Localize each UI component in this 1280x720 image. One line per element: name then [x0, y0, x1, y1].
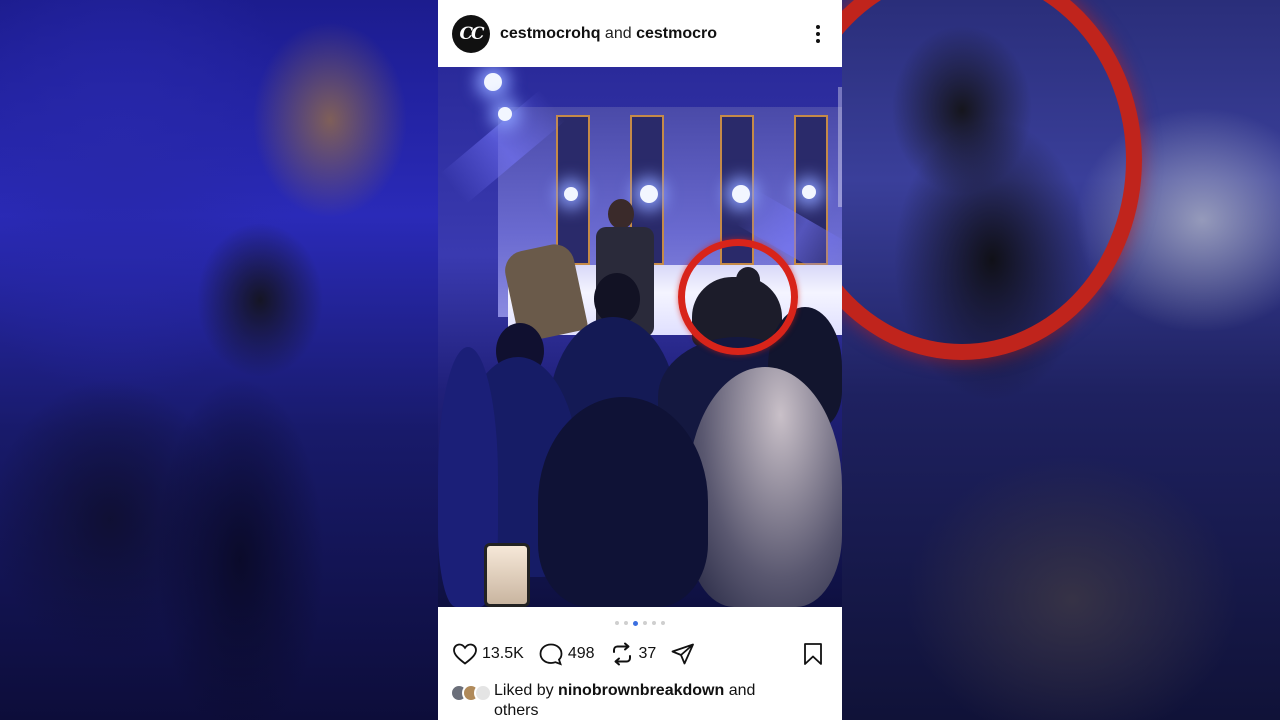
carousel-dot[interactable] — [615, 621, 619, 625]
liked-by-prefix: Liked by — [494, 682, 554, 699]
stage-light — [732, 185, 750, 203]
post-video[interactable] — [438, 67, 842, 607]
bookmark-button[interactable] — [802, 642, 828, 666]
media-edge — [838, 87, 842, 207]
liked-by-row: Liked by ninobrownbreakdown and others — [438, 669, 842, 720]
liked-by-avatars[interactable] — [450, 684, 492, 702]
highlight-ring — [678, 239, 798, 355]
like-button[interactable]: 13.5K — [452, 642, 524, 666]
stage-light — [564, 187, 578, 201]
action-bar: 13.5K 498 37 — [438, 639, 842, 669]
liked-by-suffix: and — [728, 682, 756, 699]
author-joiner: and — [604, 24, 632, 42]
crowd-person-foreground — [688, 367, 842, 607]
author-avatar[interactable]: CC — [452, 14, 490, 53]
author-secondary[interactable]: cestmocro — [636, 25, 717, 42]
share-button[interactable] — [670, 642, 700, 666]
carousel-dot-active[interactable] — [633, 620, 638, 626]
mini-avatar — [474, 684, 492, 702]
zoomed-highlight-ring — [842, 0, 1142, 360]
repost-icon — [612, 642, 631, 666]
liked-by-text: Liked by ninobrownbreakdown and others — [494, 681, 755, 720]
stage-light — [802, 185, 816, 199]
comment-count: 498 — [567, 645, 595, 662]
like-count: 13.5K — [482, 645, 524, 662]
repost-count: 37 — [638, 645, 657, 662]
carousel-dot[interactable] — [652, 621, 656, 625]
carousel-dot[interactable] — [661, 621, 665, 625]
stage-light — [640, 185, 658, 203]
post-header: CC cestmocrohq and cestmocro — [438, 0, 842, 67]
comment-icon — [539, 643, 563, 666]
heart-icon — [453, 643, 477, 665]
liked-by-user[interactable]: ninobrownbreakdown — [558, 682, 724, 699]
repost-button[interactable]: 37 — [609, 642, 657, 666]
stage-light — [484, 73, 502, 91]
share-icon — [671, 643, 695, 665]
comment-button[interactable]: 498 — [538, 642, 595, 666]
liked-by-others[interactable]: others — [494, 702, 538, 719]
performer-head — [608, 199, 634, 229]
post-authors: cestmocrohq and cestmocro — [500, 25, 808, 43]
blurred-background-right — [842, 0, 1280, 720]
crowd-person — [538, 397, 708, 607]
stage-light — [498, 107, 512, 121]
carousel-dot[interactable] — [624, 621, 628, 625]
phone-screen-in-crowd — [484, 543, 530, 607]
bookmark-icon — [804, 643, 822, 665]
carousel-dots — [438, 607, 842, 639]
instagram-post: CC cestmocrohq and cestmocro 13.5K 498 3… — [438, 0, 842, 720]
blurred-background-left — [0, 0, 438, 720]
author-primary[interactable]: cestmocrohq — [500, 25, 600, 42]
carousel-dot[interactable] — [643, 621, 647, 625]
more-vertical-icon[interactable] — [808, 22, 828, 46]
